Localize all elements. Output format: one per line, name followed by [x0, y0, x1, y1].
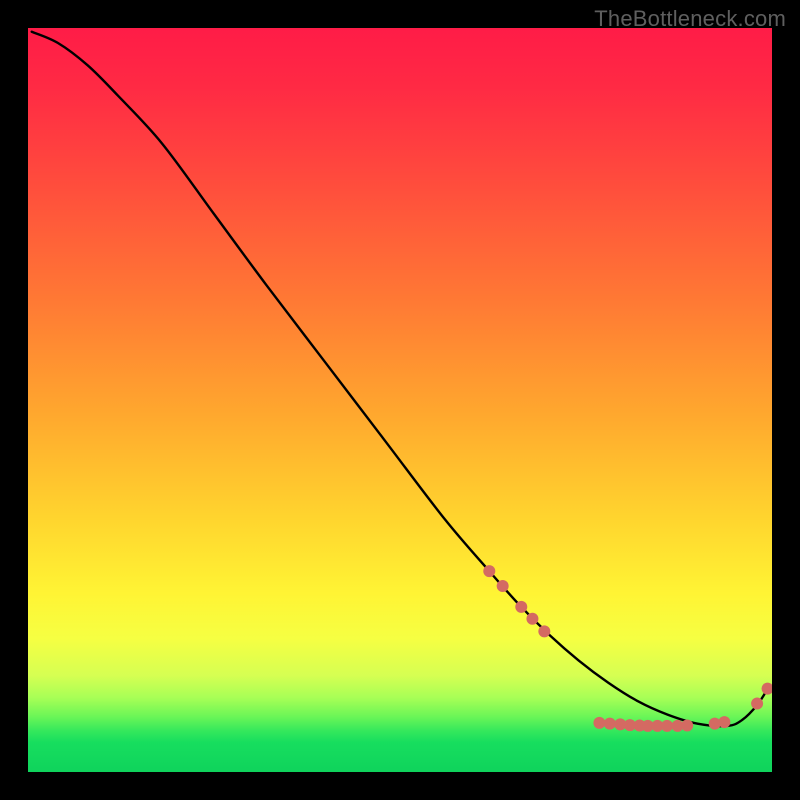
curve-marker-dot: [526, 613, 538, 625]
curve-marker-dot: [751, 698, 763, 710]
curve-marker-dot: [538, 625, 550, 637]
curve-marker-dot: [604, 718, 616, 730]
curve-marker-dot: [515, 601, 527, 613]
curve-marker-dot: [718, 716, 730, 728]
curve-marker-dot: [681, 720, 693, 732]
curve-marker-dot: [497, 580, 509, 592]
attribution-watermark: TheBottleneck.com: [594, 6, 786, 32]
plot-area: [28, 28, 772, 772]
bottleneck-curve: [32, 32, 769, 726]
chart-root: TheBottleneck.com: [0, 0, 800, 800]
curve-marker-dot: [762, 683, 772, 695]
curve-svg: [28, 28, 772, 772]
curve-marker-dot: [661, 720, 673, 732]
curve-marker-group: [483, 565, 772, 732]
curve-marker-dot: [483, 565, 495, 577]
curve-marker-dot: [593, 717, 605, 729]
